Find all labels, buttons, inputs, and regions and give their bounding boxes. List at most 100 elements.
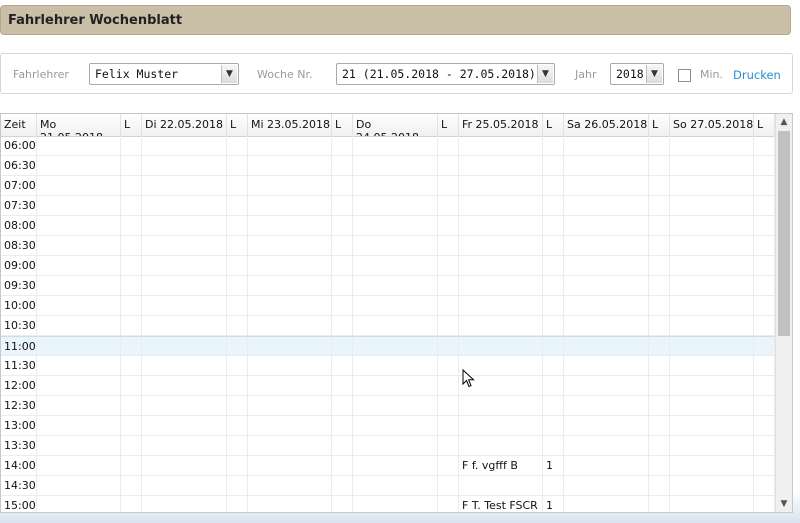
schedule-cell-fr-l[interactable] (543, 476, 564, 496)
schedule-cell-mi-l[interactable] (332, 276, 353, 296)
schedule-cell-mo-l[interactable] (121, 416, 142, 436)
schedule-cell-mi-l[interactable] (332, 196, 353, 216)
schedule-cell-mo[interactable] (37, 376, 121, 396)
time-slot-row[interactable]: 12:00 (1, 376, 775, 396)
schedule-cell-so[interactable] (670, 276, 754, 296)
schedule-cell-fr-l[interactable] (543, 256, 564, 276)
schedule-cell-mi[interactable] (248, 156, 332, 176)
schedule-cell-mi[interactable] (248, 476, 332, 496)
schedule-cell-do[interactable] (353, 216, 438, 236)
schedule-cell-so[interactable] (670, 256, 754, 276)
schedule-cell-do-l[interactable] (438, 316, 459, 336)
schedule-cell-fr[interactable] (459, 196, 543, 216)
schedule-cell-mi[interactable] (248, 296, 332, 316)
schedule-cell-mi[interactable] (248, 496, 332, 512)
schedule-cell-so-l[interactable] (754, 216, 775, 236)
schedule-cell-do-l[interactable] (438, 476, 459, 496)
schedule-cell-mi[interactable] (248, 176, 332, 196)
time-slot-row[interactable]: 07:00 (1, 176, 775, 196)
schedule-cell-so[interactable] (670, 396, 754, 416)
schedule-cell-fr[interactable]: F f. vgfff B (459, 456, 543, 476)
schedule-cell-mi[interactable] (248, 196, 332, 216)
schedule-cell-di[interactable] (142, 236, 227, 256)
schedule-cell-sa[interactable] (564, 416, 649, 436)
schedule-cell-do[interactable] (353, 236, 438, 256)
time-slot-row[interactable]: 09:00 (1, 256, 775, 276)
schedule-cell-so[interactable] (670, 456, 754, 476)
schedule-cell-mo[interactable] (37, 276, 121, 296)
schedule-cell-sa[interactable] (564, 276, 649, 296)
schedule-cell-so-l[interactable] (754, 196, 775, 216)
schedule-cell-mi-l[interactable] (332, 136, 353, 156)
arrow-down-icon[interactable]: ▼ (776, 496, 792, 512)
schedule-cell-sa-l[interactable] (649, 296, 670, 316)
schedule-cell-mi-l[interactable] (332, 337, 353, 357)
grid-body[interactable]: 06:00 06:30 07:00 07:30 08:00 08:30 09:00 09:30… (1, 136, 775, 512)
schedule-cell-fr-l[interactable] (543, 276, 564, 296)
schedule-cell-fr-l[interactable]: 1 (543, 456, 564, 476)
schedule-cell-do[interactable] (353, 337, 438, 357)
instructor-select[interactable]: Felix Muster ▼ (89, 63, 239, 85)
schedule-cell-mo[interactable] (37, 396, 121, 416)
schedule-cell-sa[interactable] (564, 196, 649, 216)
schedule-cell-sa[interactable] (564, 176, 649, 196)
schedule-cell-sa[interactable] (564, 136, 649, 156)
schedule-cell-sa-l[interactable] (649, 456, 670, 476)
time-slot-row[interactable]: 08:00 (1, 216, 775, 236)
schedule-cell-di[interactable] (142, 356, 227, 376)
schedule-cell-fr[interactable] (459, 476, 543, 496)
schedule-cell-sa[interactable] (564, 156, 649, 176)
schedule-cell-sa[interactable] (564, 456, 649, 476)
schedule-cell-fr[interactable] (459, 216, 543, 236)
chevron-down-icon[interactable]: ▼ (646, 65, 662, 83)
schedule-cell-mo-l[interactable] (121, 256, 142, 276)
time-slot-row[interactable]: 10:30 (1, 316, 775, 336)
schedule-cell-so[interactable] (670, 156, 754, 176)
schedule-cell-so[interactable] (670, 337, 754, 357)
schedule-cell-sa-l[interactable] (649, 396, 670, 416)
schedule-cell-do-l[interactable] (438, 156, 459, 176)
schedule-cell-di[interactable] (142, 256, 227, 276)
schedule-cell-sa-l[interactable] (649, 416, 670, 436)
schedule-cell-so-l[interactable] (754, 356, 775, 376)
min-checkbox[interactable] (678, 69, 691, 82)
schedule-cell-di[interactable] (142, 476, 227, 496)
schedule-cell-di-l[interactable] (227, 296, 248, 316)
schedule-cell-sa[interactable] (564, 236, 649, 256)
schedule-cell-di[interactable] (142, 436, 227, 456)
schedule-cell-do[interactable] (353, 456, 438, 476)
schedule-cell-mi[interactable] (248, 276, 332, 296)
schedule-cell-di-l[interactable] (227, 396, 248, 416)
schedule-cell-sa-l[interactable] (649, 276, 670, 296)
schedule-cell-sa[interactable] (564, 496, 649, 512)
chevron-down-icon[interactable]: ▼ (221, 65, 237, 83)
schedule-cell-mo[interactable] (37, 496, 121, 512)
schedule-cell-mo[interactable] (37, 356, 121, 376)
schedule-cell-mo[interactable] (37, 136, 121, 156)
schedule-cell-fr[interactable] (459, 276, 543, 296)
schedule-cell-sa-l[interactable] (649, 176, 670, 196)
schedule-cell-do-l[interactable] (438, 236, 459, 256)
schedule-cell-sa[interactable] (564, 337, 649, 357)
schedule-cell-do[interactable] (353, 296, 438, 316)
schedule-cell-mo-l[interactable] (121, 196, 142, 216)
schedule-cell-mo[interactable] (37, 236, 121, 256)
schedule-cell-mi-l[interactable] (332, 436, 353, 456)
schedule-cell-mi[interactable] (248, 396, 332, 416)
schedule-cell-mi[interactable] (248, 376, 332, 396)
schedule-cell-do[interactable] (353, 256, 438, 276)
time-slot-row[interactable]: 13:30 (1, 436, 775, 456)
schedule-cell-do[interactable] (353, 376, 438, 396)
schedule-cell-mi[interactable] (248, 436, 332, 456)
schedule-cell-sa-l[interactable] (649, 136, 670, 156)
schedule-cell-so[interactable] (670, 216, 754, 236)
schedule-cell-sa-l[interactable] (649, 337, 670, 357)
schedule-cell-di[interactable] (142, 396, 227, 416)
schedule-cell-fr[interactable] (459, 296, 543, 316)
time-slot-row[interactable]: 09:30 (1, 276, 775, 296)
schedule-cell-mo-l[interactable] (121, 496, 142, 512)
schedule-cell-mo-l[interactable] (121, 276, 142, 296)
schedule-cell-sa-l[interactable] (649, 376, 670, 396)
schedule-cell-sa-l[interactable] (649, 196, 670, 216)
schedule-cell-do-l[interactable] (438, 337, 459, 357)
